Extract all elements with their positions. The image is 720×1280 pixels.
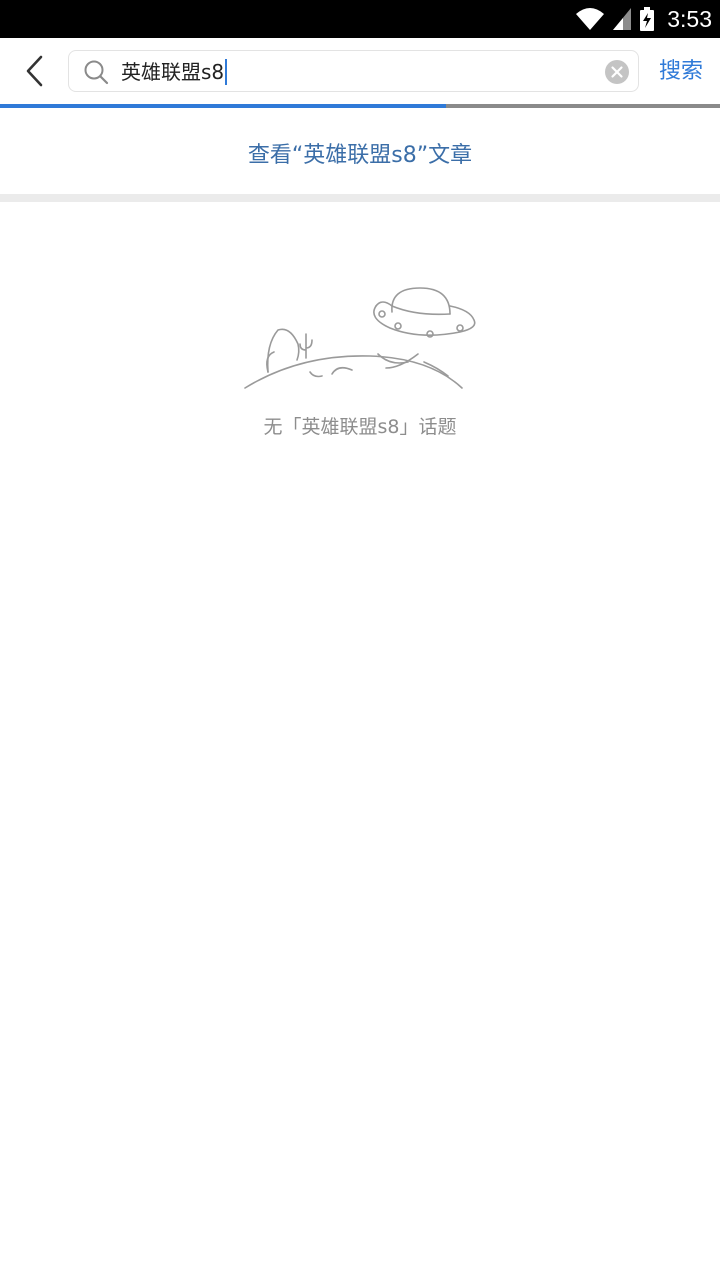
search-button[interactable]: 搜索 xyxy=(650,52,712,92)
view-articles-link[interactable]: 查看“英雄联盟s8”文章 xyxy=(0,112,720,194)
back-button[interactable] xyxy=(14,50,54,92)
search-input[interactable]: 英雄联盟s8 xyxy=(121,57,591,87)
search-box[interactable]: 英雄联盟s8 xyxy=(68,50,639,92)
text-caret xyxy=(225,59,228,85)
ufo-planet-illustration xyxy=(244,287,476,389)
status-icons: 3:53 xyxy=(575,0,712,38)
cellular-signal-icon xyxy=(613,8,632,30)
loading-progress-bar xyxy=(0,104,720,108)
loading-progress-fill xyxy=(0,104,447,108)
search-toolbar: 英雄联盟s8 搜索 xyxy=(0,38,720,104)
section-divider xyxy=(0,194,720,202)
search-input-value: 英雄联盟s8 xyxy=(121,60,225,84)
status-bar: 3:53 xyxy=(0,0,720,38)
search-icon xyxy=(84,60,109,85)
battery-charging-icon xyxy=(640,7,655,31)
clear-circle-icon[interactable] xyxy=(604,59,630,85)
status-time: 3:53 xyxy=(667,5,712,32)
empty-state-message: 无「英雄联盟s8」话题 xyxy=(263,416,457,438)
chevron-left-icon xyxy=(26,55,43,87)
wifi-icon xyxy=(576,8,605,30)
